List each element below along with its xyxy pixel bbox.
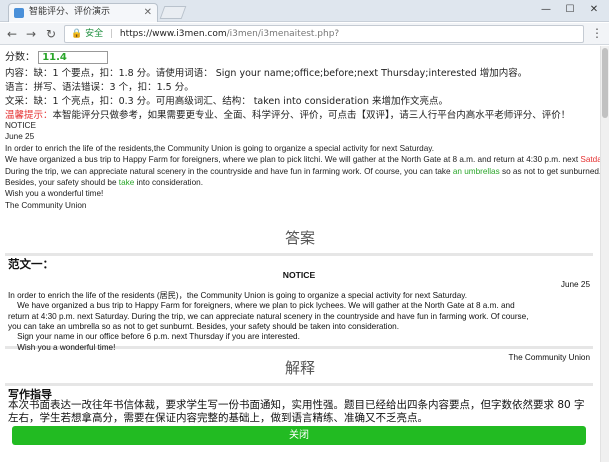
reload-icon[interactable]: ↻ [43, 26, 59, 42]
score-label: 分数： [5, 52, 35, 63]
sample-line: Wish you a wonderful time! [8, 342, 116, 352]
tab-close-icon[interactable]: ✕ [144, 4, 152, 21]
browser-titlebar: 智能评分、评价演示 ✕ — ☐ ✕ [0, 0, 609, 22]
scrollbar-thumb[interactable] [602, 48, 608, 118]
score-value: 11.4 [38, 50, 109, 64]
favicon-icon [14, 8, 24, 18]
feedback-style: 文采：缺：1 个亮点，扣：0.3 分。可用高级词汇、结构： taken into… [5, 96, 448, 107]
feedback-tip: 温馨提示：本智能评分只做参考，如果需要更专业、全面、科学评分、评价，可点击【双评… [5, 107, 570, 121]
answer-heading: 答案 [284, 229, 315, 247]
essay-line: We have organized a bus trip to Happy Fa… [5, 154, 608, 165]
sample-essay: NOTICE June 25 In order to enrich the li… [8, 270, 590, 364]
sample-notice-title: NOTICE [282, 270, 316, 280]
window-close-icon[interactable]: ✕ [583, 2, 605, 18]
guide-text: 本次书面表达一改往年书信体裁，要求学生写一份书面通知，实用性强。题目已经给出四条… [8, 399, 585, 424]
grammar-error: an umbrellas [452, 166, 500, 176]
new-tab-button[interactable] [159, 6, 187, 19]
feedback-language: 语言：拼写、语法错误：3 个，扣：1.5 分。 [5, 82, 194, 93]
grammar-error: take [118, 178, 135, 188]
explain-heading: 解释 [284, 359, 315, 377]
sample-answer-box: 范文一： NOTICE June 25 In order to enrich t… [5, 253, 593, 362]
sample-date: June 25 [560, 280, 590, 290]
secure-label: 安全 [85, 29, 104, 39]
essay-date: June 25 [5, 132, 35, 142]
essay-text: During the trip, we can appreciate natur… [5, 166, 453, 176]
essay-title: NOTICE [5, 121, 36, 130]
browser-toolbar: ← → ↻ 🔒 安全 | https://www.i3men.com/i3men… [0, 23, 609, 45]
maximize-icon[interactable]: ☐ [559, 2, 581, 18]
sample-line: you can take an umbrella so as not to ge… [8, 322, 399, 332]
score-row: 分数： 11.4 [5, 48, 109, 64]
sample-line: We have organized a bus trip to Happy Fa… [8, 301, 515, 311]
student-essay: NOTICE June 25 In order to enrich the li… [5, 120, 608, 211]
sample-line: Sign your name in our office before 6 p.… [8, 332, 300, 342]
forward-arrow-icon[interactable]: → [23, 26, 39, 42]
address-bar[interactable]: 🔒 安全 | https://www.i3men.com/i3men/i3men… [64, 25, 584, 43]
page-content: 分数： 11.4 内容：缺：1 个要点，扣：1.8 分。请使用词语： Sign … [0, 46, 609, 462]
sample-line: return at 4:30 p.m. next Saturday. Durin… [8, 311, 529, 321]
sample-line: In order to enrich the life of the resid… [8, 290, 468, 300]
browser-tab[interactable]: 智能评分、评价演示 ✕ [8, 3, 158, 22]
essay-line: The Community Union [5, 200, 87, 210]
minimize-icon[interactable]: — [535, 2, 557, 18]
tab-title: 智能评分、评价演示 [29, 7, 111, 17]
address-separator: | [109, 29, 114, 39]
essay-text: Besides, your safety should be [5, 178, 119, 188]
essay-text: We have organized a bus trip to Happy Fa… [5, 155, 581, 165]
lock-icon: 🔒 [71, 29, 83, 39]
back-arrow-icon[interactable]: ← [4, 26, 20, 42]
browser-menu-icon[interactable]: ⋮ [591, 26, 603, 40]
url-host: https://www.i3men.com [119, 29, 227, 39]
guide-box: 写作指导 本次书面表达一改往年书信体裁，要求学生写一份书面通知，实用性强。题目已… [5, 383, 593, 427]
essay-line: In order to enrich the life of the resid… [5, 143, 435, 153]
page-scrollbar[interactable] [600, 46, 609, 462]
feedback-content: 内容：缺：1 个要点，扣：1.8 分。请使用词语： Sign your name… [5, 68, 528, 79]
close-button[interactable]: 关闭 [12, 426, 586, 445]
url-path: /i3men/i3menaitest.php? [226, 29, 340, 39]
essay-line: During the trip, we can appreciate natur… [5, 166, 601, 177]
window-controls: — ☐ ✕ [535, 2, 605, 18]
essay-text: into consideration. [134, 178, 204, 188]
essay-line: Wish you a wonderful time! [5, 189, 104, 199]
essay-text: so as not to get sunburned. [499, 166, 602, 176]
essay-line: Besides, your safety should be take into… [5, 177, 595, 188]
